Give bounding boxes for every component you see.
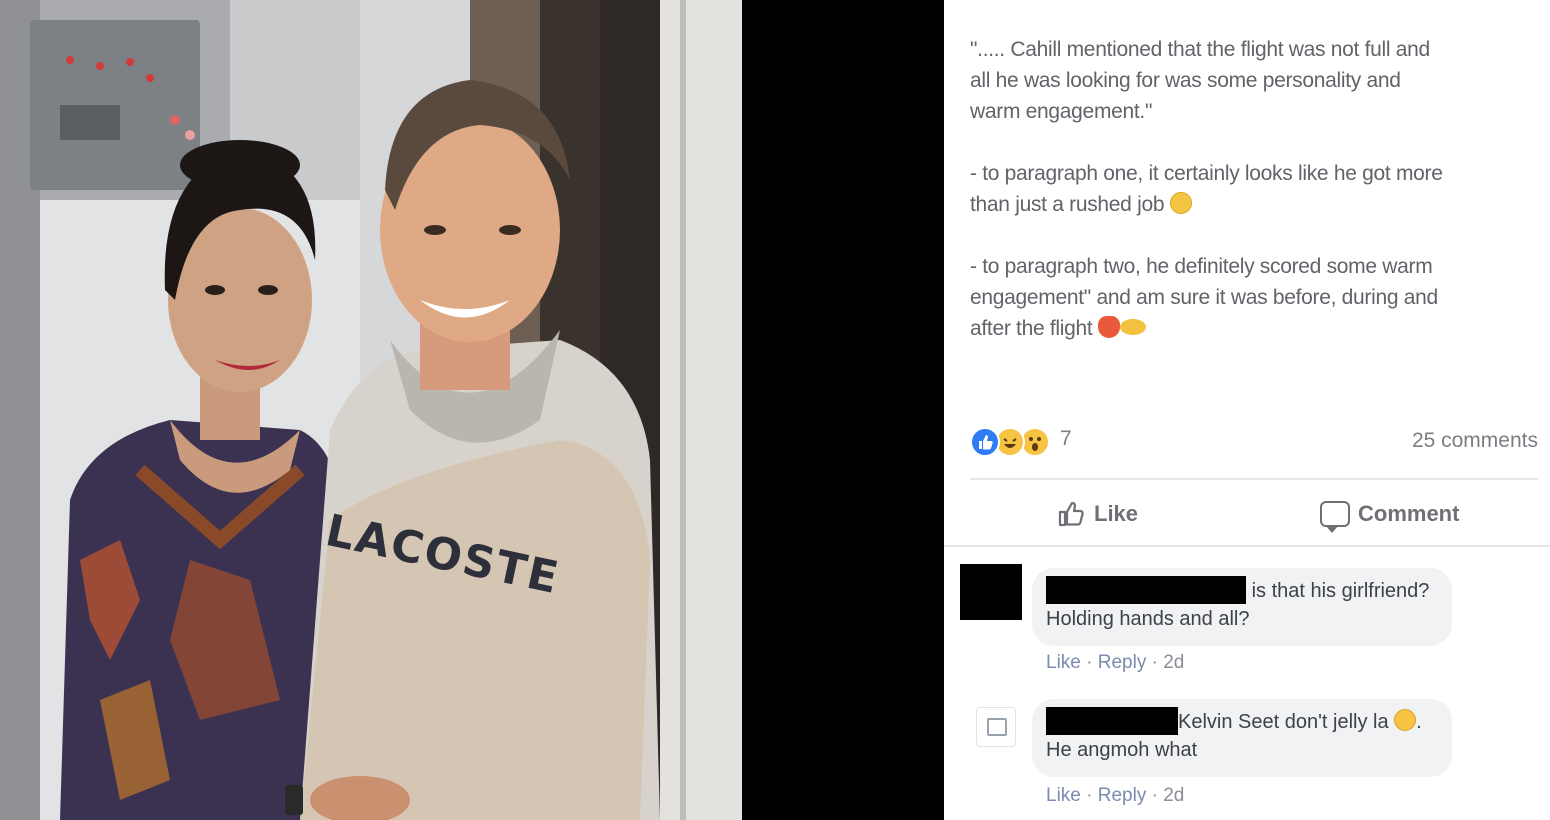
avatar[interactable] bbox=[976, 707, 1016, 747]
comment-button-label: Comment bbox=[1358, 501, 1460, 526]
like-button[interactable]: Like bbox=[1056, 496, 1138, 532]
caption-paragraph-3-text: - to paragraph two, he definitely scored… bbox=[970, 255, 1438, 340]
thumbs-up-icon bbox=[1056, 499, 1086, 529]
redacted-name bbox=[1046, 707, 1178, 735]
redacted-name bbox=[1046, 576, 1246, 604]
comment-trailing: . bbox=[1416, 711, 1422, 733]
black-gap bbox=[742, 0, 944, 820]
caption-paragraph-2-text: - to paragraph one, it certainly looks l… bbox=[970, 162, 1443, 216]
comment-timestamp[interactable]: 2d bbox=[1163, 785, 1184, 806]
post-panel: "..... Cahill mentioned that the flight … bbox=[944, 0, 1550, 820]
actions-divider bbox=[944, 545, 1550, 547]
ok-hand-emoji-icon bbox=[1120, 319, 1146, 335]
post-action-bar: Like Comment bbox=[970, 488, 1538, 540]
comment-meta: Like · Reply · 2d bbox=[1046, 652, 1184, 674]
comment-like-link[interactable]: Like bbox=[1046, 785, 1081, 806]
caption-paragraph-2: - to paragraph one, it certainly looks l… bbox=[970, 158, 1542, 220]
caption-paragraph-1: "..... Cahill mentioned that the flight … bbox=[970, 38, 1430, 123]
comment-text-1: Kelvin Seet don't jelly la bbox=[1178, 711, 1389, 733]
comment-meta: Like · Reply · 2d bbox=[1046, 785, 1184, 807]
comment-bubble-icon bbox=[1320, 501, 1350, 533]
post-photo[interactable]: LACOSTE bbox=[0, 0, 742, 820]
comment-text-2: Holding hands and all? bbox=[1046, 608, 1250, 630]
meta-separator: · bbox=[1086, 785, 1093, 806]
avatar[interactable] bbox=[960, 564, 1022, 620]
grimace-emoji-icon bbox=[1169, 192, 1192, 214]
comment-line-1: Kelvin Seet don't jelly la . bbox=[1046, 707, 1436, 736]
reactions-row: 7 25 comments bbox=[970, 423, 1538, 463]
comment-timestamp[interactable]: 2d bbox=[1163, 652, 1184, 673]
laughing-emoji-icon bbox=[1394, 709, 1417, 731]
post-caption: "..... Cahill mentioned that the flight … bbox=[970, 34, 1542, 375]
comment-reply-link[interactable]: Reply bbox=[1098, 785, 1147, 806]
fire-emoji-icon bbox=[1098, 316, 1120, 338]
caption-paragraph-3: - to paragraph two, he definitely scored… bbox=[970, 251, 1542, 344]
like-reaction-icon[interactable] bbox=[970, 427, 1000, 457]
comment-bubble: is that his girlfriend? Holding hands an… bbox=[1032, 568, 1452, 646]
comment-like-link[interactable]: Like bbox=[1046, 652, 1081, 673]
like-button-label: Like bbox=[1094, 501, 1139, 526]
meta-separator: · bbox=[1151, 652, 1158, 673]
comment-reply-link[interactable]: Reply bbox=[1098, 652, 1147, 673]
comments-count-link[interactable]: 25 comments bbox=[1412, 429, 1538, 453]
comment-text-2: He angmoh what bbox=[1046, 739, 1198, 761]
reactions-divider bbox=[970, 478, 1538, 480]
photo-illustration bbox=[0, 0, 742, 820]
reaction-count[interactable]: 7 bbox=[1060, 427, 1072, 451]
comment-text-1: is that his girlfriend? bbox=[1251, 580, 1430, 602]
comment-line-1: is that his girlfriend? bbox=[1046, 576, 1436, 605]
meta-separator: · bbox=[1151, 785, 1158, 806]
comment-button[interactable]: Comment bbox=[1320, 496, 1460, 533]
comments-list: is that his girlfriend? Holding hands an… bbox=[944, 549, 1550, 820]
comment-bubble: Kelvin Seet don't jelly la . He angmoh w… bbox=[1032, 699, 1452, 777]
meta-separator: · bbox=[1086, 652, 1093, 673]
